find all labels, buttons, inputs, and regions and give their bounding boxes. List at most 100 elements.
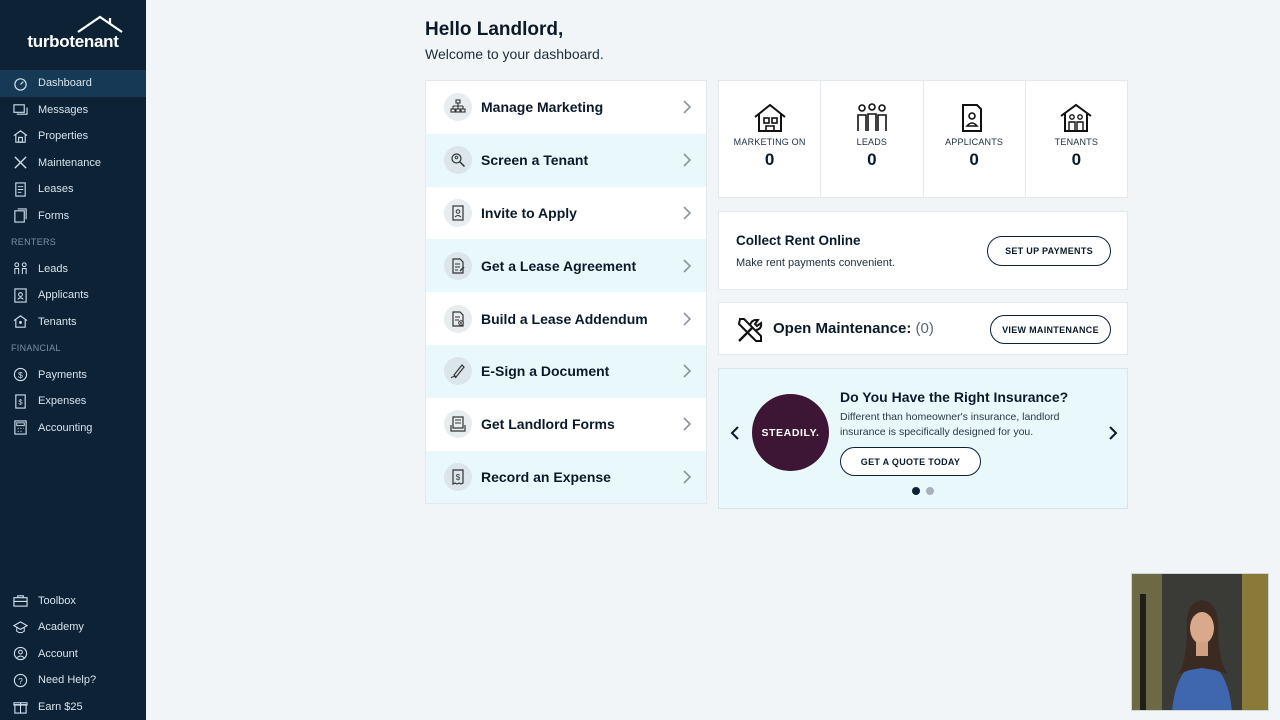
carousel-dot-2[interactable]	[926, 487, 934, 495]
stat-label: TENANTS	[1054, 137, 1099, 147]
sidebar-item-dashboard[interactable]: Dashboard	[0, 70, 146, 97]
greeting: Hello Landlord, Welcome to your dashboar…	[425, 19, 604, 62]
sidebar-item-label: Applicants	[38, 289, 89, 302]
sidebar-item-applicants[interactable]: Applicants	[0, 282, 146, 309]
sidebar-item-maintenance[interactable]: Maintenance	[0, 150, 146, 177]
stat-leads[interactable]: LEADS 0	[821, 81, 924, 197]
tenants-house-icon	[1060, 103, 1092, 132]
presenter-image	[1132, 574, 1268, 710]
sidebar-item-help[interactable]: ? Need Help?	[0, 667, 146, 694]
open-maintenance-count: (0)	[915, 320, 934, 337]
carousel-next-icon[interactable]	[1107, 425, 1119, 441]
action-label: Get a Lease Agreement	[481, 257, 637, 274]
stat-applicants[interactable]: APPLICANTS 0	[924, 81, 1026, 197]
insurance-title: Do You Have the Right Insurance?	[840, 389, 1069, 405]
tenants-icon	[12, 314, 28, 330]
action-screen-tenant[interactable]: Screen a Tenant	[426, 133, 706, 187]
sidebar-item-forms[interactable]: Forms	[0, 203, 146, 230]
stat-value: 0	[969, 150, 979, 169]
help-icon: ?	[12, 672, 28, 688]
stat-value: 0	[1071, 150, 1082, 169]
applicant-folder-icon	[962, 104, 983, 132]
sidebar-item-payments[interactable]: $ Payments	[0, 362, 146, 389]
svg-text:?: ?	[18, 676, 23, 686]
action-esign-document[interactable]: E-Sign a Document	[426, 344, 706, 398]
action-label: Build a Lease Addendum	[481, 310, 648, 327]
screen-icon	[444, 146, 472, 175]
action-label: Manage Marketing	[481, 99, 604, 116]
carousel-dot-1[interactable]	[912, 487, 920, 495]
chevron-right-icon	[683, 206, 692, 220]
sidebar-item-properties[interactable]: Properties	[0, 123, 146, 150]
maintenance-icon	[12, 155, 28, 171]
insurance-carousel: STEADILY. Do You Have the Right Insuranc…	[718, 368, 1128, 509]
sidebar-item-tenants[interactable]: Tenants	[0, 309, 146, 336]
marketing-icon	[444, 93, 472, 122]
sidebar-item-label: Payments	[38, 368, 87, 381]
sidebar-item-earn[interactable]: Earn $25	[0, 694, 146, 720]
roof-logo-icon	[77, 15, 123, 33]
sidebar-item-accounting[interactable]: Accounting	[0, 415, 146, 442]
leases-icon	[12, 181, 28, 197]
collect-rent-subtitle: Make rent payments convenient.	[736, 257, 895, 269]
chevron-right-icon	[683, 364, 692, 378]
action-invite-apply[interactable]: Invite to Apply	[426, 186, 706, 240]
collect-rent-title: Collect Rent Online	[736, 233, 861, 248]
forms-icon	[12, 208, 28, 224]
stat-value: 0	[867, 150, 877, 169]
stat-marketing-on[interactable]: MARKETING ON 0	[719, 81, 822, 197]
sidebar-item-label: Messages	[38, 103, 89, 116]
sidebar-item-label: Expenses	[38, 395, 87, 408]
expense-icon: $	[444, 462, 472, 491]
open-maintenance-label: Open Maintenance:	[773, 320, 912, 337]
chevron-right-icon	[683, 312, 692, 326]
action-record-expense[interactable]: $ Record an Expense	[426, 450, 706, 504]
action-lease-agreement[interactable]: Get a Lease Agreement	[426, 239, 706, 293]
get-quote-button[interactable]: GET A QUOTE TODAY	[840, 447, 981, 476]
house-icon	[754, 103, 786, 132]
dashboard-icon	[12, 75, 28, 91]
action-label: Invite to Apply	[481, 204, 577, 221]
sidebar-item-leases[interactable]: Leases	[0, 176, 146, 203]
carousel-prev-icon[interactable]	[729, 425, 741, 441]
svg-text:$: $	[18, 370, 23, 380]
chevron-right-icon	[683, 470, 692, 484]
account-icon	[12, 646, 28, 662]
action-lease-addendum[interactable]: Build a Lease Addendum	[426, 292, 706, 345]
sidebar-item-label: Need Help?	[38, 674, 97, 687]
sidebar-item-account[interactable]: Account	[0, 641, 146, 668]
stat-value: 0	[764, 150, 775, 169]
sidebar-item-academy[interactable]: Academy	[0, 614, 146, 641]
action-label: E-Sign a Document	[481, 363, 610, 380]
sidebar-item-toolbox[interactable]: Toolbox	[0, 588, 146, 615]
action-manage-marketing[interactable]: Manage Marketing	[426, 81, 706, 134]
action-landlord-forms[interactable]: Get Landlord Forms	[426, 397, 706, 451]
insurance-description: Different than homeowner's insurance, la…	[840, 411, 1060, 438]
turbotenant-logo[interactable]: turbotenant	[0, 0, 146, 70]
sidebar-item-leads[interactable]: Leads	[0, 256, 146, 283]
sidebar-item-messages[interactable]: Messages	[0, 97, 146, 124]
page-subtitle: Welcome to your dashboard.	[425, 46, 604, 62]
invite-icon	[444, 198, 472, 227]
set-up-payments-button[interactable]: SET UP PAYMENTS	[987, 236, 1111, 266]
people-icon	[857, 103, 887, 131]
lease-agreement-icon	[444, 251, 472, 280]
chevron-right-icon	[683, 417, 692, 431]
svg-text:$: $	[456, 473, 461, 482]
stats-panel: MARKETING ON 0 LEADS 0 APPLICANTS 0 TENA…	[718, 80, 1128, 198]
collect-rent-card: Collect Rent Online Make rent payments c…	[718, 211, 1128, 290]
renters-section-heading: RENTERS	[11, 237, 57, 248]
sidebar-item-label: Academy	[38, 621, 84, 634]
messages-icon	[12, 102, 28, 118]
carousel-dots	[912, 487, 934, 495]
view-maintenance-button[interactable]: VIEW MAINTENANCE	[990, 315, 1111, 344]
action-label: Screen a Tenant	[481, 152, 589, 169]
chevron-right-icon	[683, 153, 692, 167]
stat-tenants[interactable]: TENANTS 0	[1026, 81, 1127, 197]
academy-icon	[12, 619, 28, 635]
esign-icon	[444, 357, 472, 386]
sidebar-item-label: Accounting	[38, 421, 93, 434]
applicants-icon	[12, 287, 28, 303]
sidebar-item-expenses[interactable]: $ Expenses	[0, 388, 146, 415]
page-title: Hello Landlord,	[425, 19, 564, 40]
